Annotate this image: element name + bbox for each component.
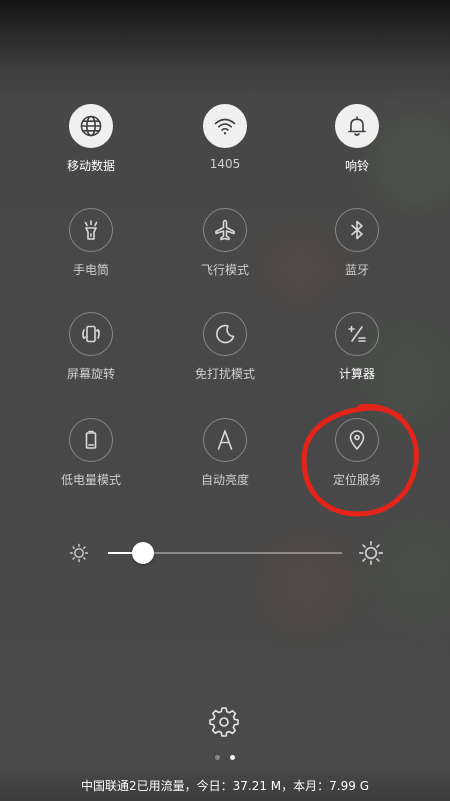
sun-large-icon — [358, 540, 384, 566]
brightness-slider[interactable] — [60, 536, 390, 570]
screen-rotation-icon — [82, 325, 100, 343]
low-power-mode-button[interactable] — [69, 418, 113, 462]
page-dot-2[interactable] — [230, 755, 235, 760]
mobile-data-label: 移动数据 — [66, 159, 115, 173]
sun-small-icon — [68, 542, 90, 564]
do-not-disturb-label: 免打扰模式 — [194, 367, 255, 381]
calculator-button[interactable] — [335, 312, 379, 356]
auto-brightness-button[interactable] — [203, 418, 247, 462]
toggle-flashlight[interactable]: 手电筒 — [36, 208, 146, 288]
airplane-mode-button[interactable] — [203, 208, 247, 252]
toggle-auto-brightness[interactable]: 自动亮度 — [170, 418, 280, 498]
toggle-wifi[interactable]: 1405 — [170, 104, 280, 184]
screen-rotation-label: 屏幕旋转 — [66, 367, 115, 381]
toggle-airplane-mode[interactable]: 飞行模式 — [170, 208, 280, 288]
flashlight-label: 手电筒 — [72, 263, 109, 277]
bluetooth-icon — [351, 220, 363, 240]
red-circle-annotation — [298, 398, 422, 520]
low-power-mode-label: 低电量模式 — [60, 473, 121, 487]
brightness-handle[interactable] — [132, 542, 155, 564]
gear-icon — [209, 707, 239, 737]
flashlight-button[interactable] — [69, 208, 113, 252]
auto-brightness-label: 自动亮度 — [200, 473, 249, 487]
screen-rotation-button[interactable] — [69, 312, 113, 356]
globe-icon — [80, 115, 102, 137]
mobile-data-button[interactable] — [69, 104, 113, 148]
toggle-screen-rotation[interactable]: 屏幕旋转 — [36, 312, 146, 392]
page-dot-1[interactable] — [215, 755, 220, 760]
toggle-do-not-disturb[interactable]: 免打扰模式 — [170, 312, 280, 392]
toggle-mobile-data[interactable]: 移动数据 — [36, 104, 146, 184]
ringer-label: 响铃 — [344, 159, 369, 173]
data-usage-text: 中国联通2已用流量，今日：37.21 M，本月：7.99 G — [81, 778, 369, 793]
wifi-label: 1405 — [209, 157, 241, 171]
toggle-calculator[interactable]: 计算器 — [302, 312, 412, 392]
do-not-disturb-button[interactable] — [203, 312, 247, 356]
toggle-ringer[interactable]: 响铃 — [302, 104, 412, 184]
toggle-low-power-mode[interactable]: 低电量模式 — [36, 418, 146, 498]
flashlight-icon — [84, 220, 98, 240]
bluetooth-label: 蓝牙 — [344, 263, 369, 277]
wifi-icon — [214, 118, 236, 135]
bell-icon — [348, 116, 366, 136]
calculator-label: 计算器 — [338, 367, 375, 381]
bluetooth-button[interactable] — [335, 208, 379, 252]
ringer-button[interactable] — [335, 104, 379, 148]
wifi-button[interactable] — [203, 104, 247, 148]
page-indicator — [0, 755, 450, 760]
toggle-bluetooth[interactable]: 蓝牙 — [302, 208, 412, 288]
settings-button[interactable] — [208, 706, 240, 738]
moon-icon — [216, 324, 235, 344]
battery-low-icon — [85, 430, 97, 449]
auto-brightness-icon — [217, 430, 233, 450]
data-usage-bar: 中国联通2已用流量，今日：37.21 M，本月：7.99 G — [0, 768, 450, 801]
calculator-icon — [348, 325, 366, 342]
airplane-icon — [215, 219, 235, 241]
airplane-mode-label: 飞行模式 — [200, 263, 249, 277]
